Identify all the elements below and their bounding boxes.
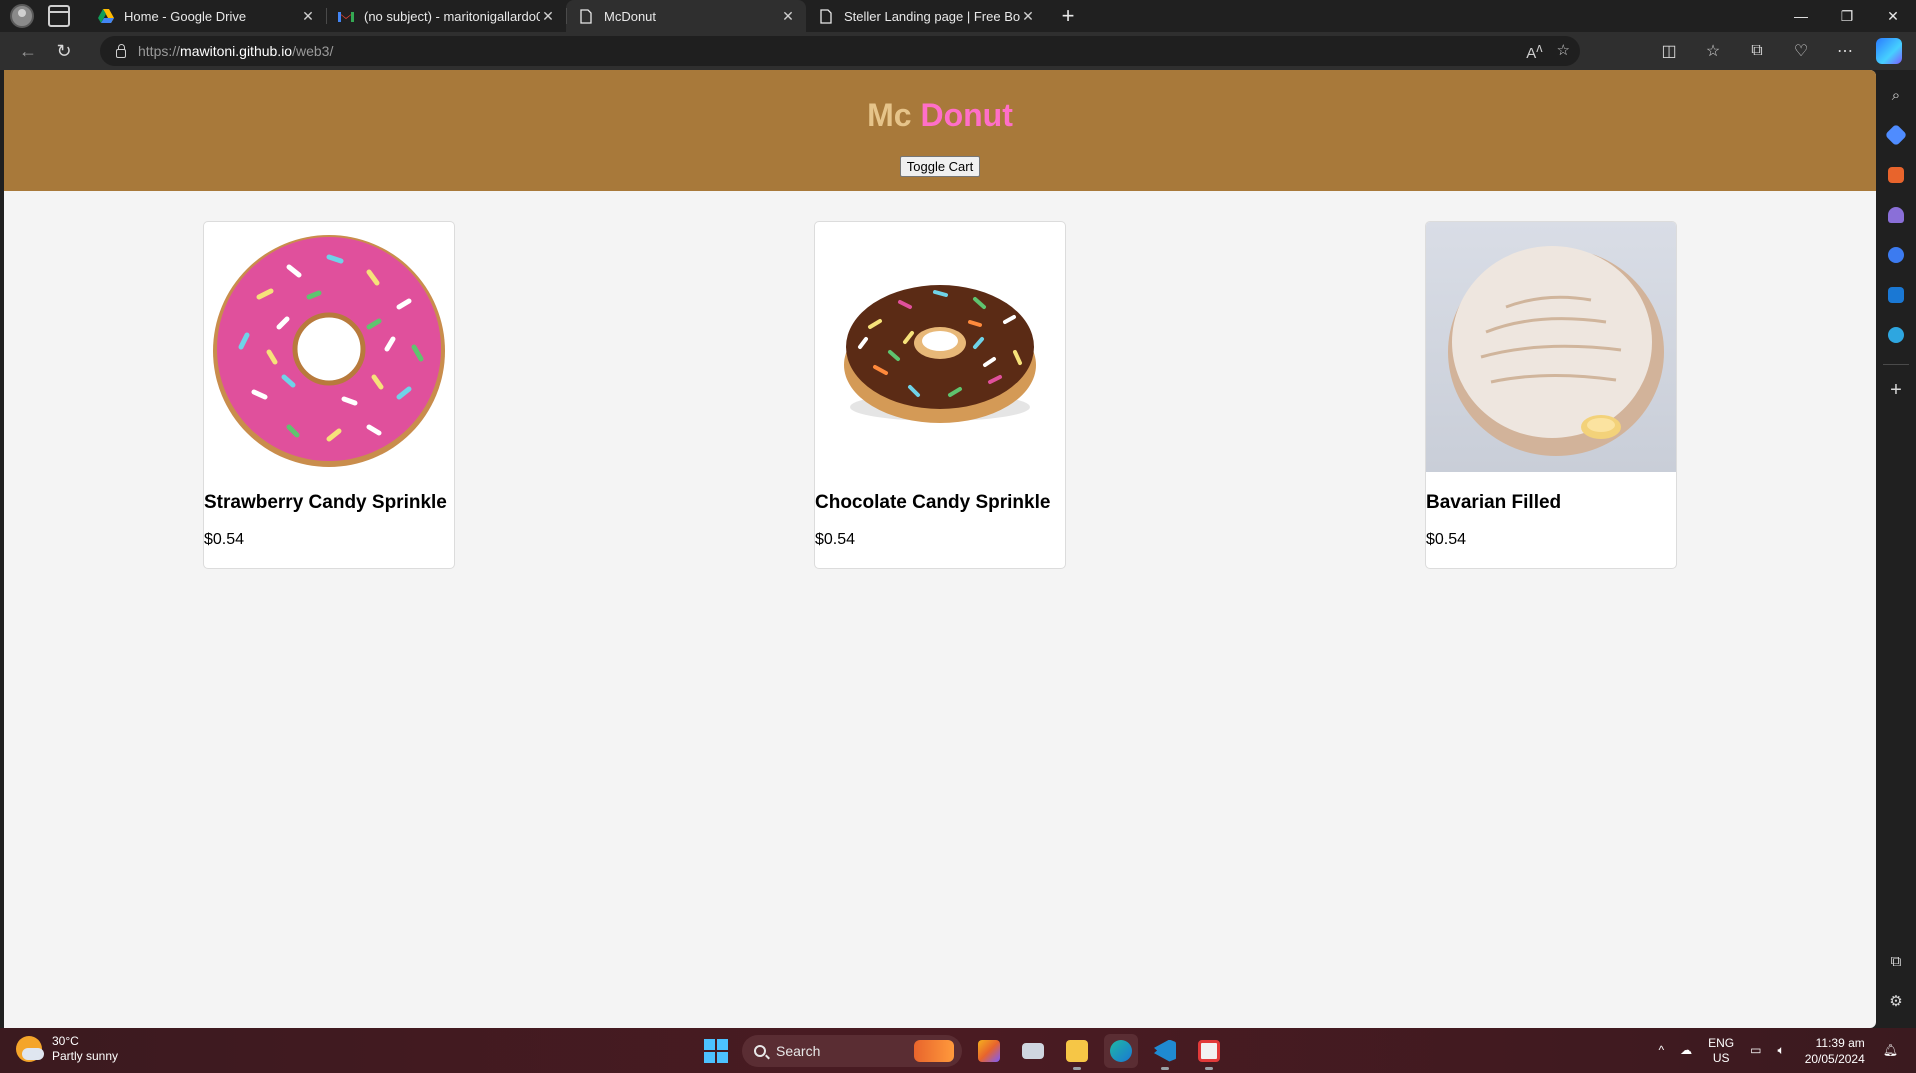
product-price: $0.54 [815,531,856,548]
lock-icon[interactable] [116,43,126,58]
taskbar-search-label: Search [776,1042,821,1059]
gmail-icon [338,8,354,24]
address-bar-actions: Aʌ ☆ [1526,41,1570,62]
search-icon [754,1044,766,1057]
close-window-icon[interactable]: ✕ [1870,0,1916,32]
task-view-icon[interactable] [1016,1034,1050,1068]
search-highlight-icon [914,1039,954,1062]
games-chess-icon[interactable] [1881,200,1911,230]
address-bar[interactable]: https://mawitoni.github.io/web3/ Aʌ ☆ [100,36,1580,66]
tab-title: Home - Google Drive [124,8,247,24]
product-card[interactable]: Bavarian Filled $0.54 [1425,221,1677,569]
pink-sprinkle-donut-image[interactable] [204,222,454,472]
product-grid: Strawberry Candy Sprinkle $0.54 Chocolat… [4,191,1876,1028]
add-icon[interactable]: + [1881,375,1911,405]
taskbar-search[interactable]: Search [742,1034,962,1067]
product-name: Chocolate Candy Sprinkle [815,492,1051,513]
product-card[interactable]: Strawberry Candy Sprinkle $0.54 [203,221,455,569]
back-icon[interactable]: ← [10,35,46,67]
favorite-star-icon[interactable]: ☆ [1557,41,1570,62]
profile-avatar-icon[interactable] [10,4,34,28]
refresh-icon[interactable]: ↻ [46,35,82,67]
clock-time: 11:39 am [1815,1035,1865,1050]
chocolate-sprinkle-donut-image[interactable] [815,222,1065,472]
product-price: $0.54 [204,531,245,548]
tab-title: McDonut [604,8,657,24]
url-text[interactable]: https://mawitoni.github.io/web3/ [138,43,333,59]
sidebar-divider [1883,364,1909,365]
copilot-app-icon[interactable] [972,1034,1006,1068]
weather-widget[interactable]: 30°C Partly sunny [16,1034,118,1064]
partly-sunny-icon [16,1036,44,1062]
clock-date: 20/05/2024 [1804,1051,1865,1066]
outlook-icon[interactable] [1881,280,1911,310]
clock[interactable]: 11:39 am 20/05/2024 [1805,1035,1865,1067]
language-indicator[interactable]: ENG US [1708,1036,1734,1066]
restore-icon[interactable]: ❐ [1824,0,1870,32]
close-tab-icon[interactable]: ✕ [1020,8,1036,24]
tab-title: (no subject) - maritonigallardo06 [364,8,540,24]
windows-taskbar: 30°C Partly sunny Search ^ ☁ ENG US ▭ 🔈︎… [0,1028,1916,1073]
tab-mcdonut[interactable]: McDonut ✕ [566,0,806,32]
hide-sidebar-icon[interactable]: ⧉ [1881,946,1911,976]
close-tab-icon[interactable]: ✕ [780,8,796,24]
product-name: Bavarian Filled [1426,492,1562,513]
browser-toolbar: ← ↻ https://mawitoni.github.io/web3/ Aʌ … [0,32,1916,70]
close-tab-icon[interactable]: ✕ [300,8,316,24]
edge-sidebar: ⌕ + ⧉ ⚙ [1876,70,1916,1028]
volume-icon[interactable]: 🔈︎ [1778,1043,1785,1058]
copilot-icon[interactable] [1874,36,1904,66]
more-options-icon[interactable]: ⋯ [1830,36,1860,66]
toggle-cart-button[interactable]: Toggle Cart [899,156,981,177]
windows-start-icon[interactable] [700,1035,732,1067]
site-header: Mc Donut Toggle Cart [4,70,1876,191]
product-card[interactable]: Chocolate Candy Sprinkle $0.54 [814,221,1066,569]
read-aloud-icon[interactable]: Aʌ [1526,41,1542,62]
window-controls: — ❐ ✕ [1778,0,1916,32]
page-icon [578,8,594,24]
edge-browser-icon[interactable] [1104,1033,1138,1068]
browser-tab-strip: Home - Google Drive ✕ (no subject) - mar… [0,0,1916,32]
product-price: $0.54 [1426,531,1467,548]
telegram-send-icon[interactable] [1881,320,1911,350]
tab-actions-icon[interactable] [48,5,70,27]
weather-description: Partly sunny [52,1049,119,1063]
tab-gmail[interactable]: (no subject) - maritonigallardo06 ✕ [326,0,566,32]
collections-icon[interactable]: ⧉ [1742,36,1772,66]
tab-list: Home - Google Drive ✕ (no subject) - mar… [86,0,1046,32]
split-screen-icon[interactable]: ◫ [1654,36,1684,66]
shopping-tag-icon[interactable] [1881,120,1911,150]
chevron-up-icon[interactable]: ^ [1659,1043,1665,1058]
file-explorer-icon[interactable] [1060,1034,1094,1070]
tools-briefcase-icon[interactable] [1881,160,1911,190]
sidebar-settings-icon[interactable]: ⚙ [1881,986,1911,1016]
notification-bell-icon[interactable]: 🔔︎ [1883,1043,1898,1058]
snipping-tool-icon[interactable] [1192,1034,1226,1070]
browser-essentials-icon[interactable]: ♡ [1786,36,1816,66]
close-tab-icon[interactable]: ✕ [540,8,556,24]
search-icon[interactable]: ⌕ [1881,80,1911,110]
google-drive-icon [98,8,114,24]
tab-steller-landing[interactable]: Steller Landing page | Free Boots ✕ [806,0,1046,32]
vscode-icon[interactable] [1148,1034,1182,1070]
tab-title: Steller Landing page | Free Boots [844,8,1020,24]
taskbar-apps: Search [700,1032,1226,1070]
system-tray: ^ ☁ ENG US ▭ 🔈︎ 11:39 am 20/05/2024 🔔︎ [1651,1028,1907,1073]
toolbar-icons: ◫ ☆ ⧉ ♡ ⋯ [1654,32,1904,70]
site-logo-title: Mc Donut [867,97,1013,133]
product-name: Strawberry Candy Sprinkle [204,492,447,513]
weather-temperature: 30°C [52,1034,79,1048]
minimize-icon[interactable]: — [1778,0,1824,32]
tab-google-drive[interactable]: Home - Google Drive ✕ [86,0,326,32]
new-tab-icon[interactable]: + [1052,0,1084,32]
bavarian-filled-donut-image[interactable] [1426,222,1676,472]
page-viewport: Mc Donut Toggle Cart Strawberry Candy Sp… [4,70,1876,1028]
microsoft-365-icon[interactable] [1881,240,1911,270]
page-icon [818,8,834,24]
network-icon[interactable]: ▭ [1750,1043,1761,1058]
favorites-icon[interactable]: ☆ [1698,36,1728,66]
onedrive-icon[interactable]: ☁ [1680,1043,1692,1058]
